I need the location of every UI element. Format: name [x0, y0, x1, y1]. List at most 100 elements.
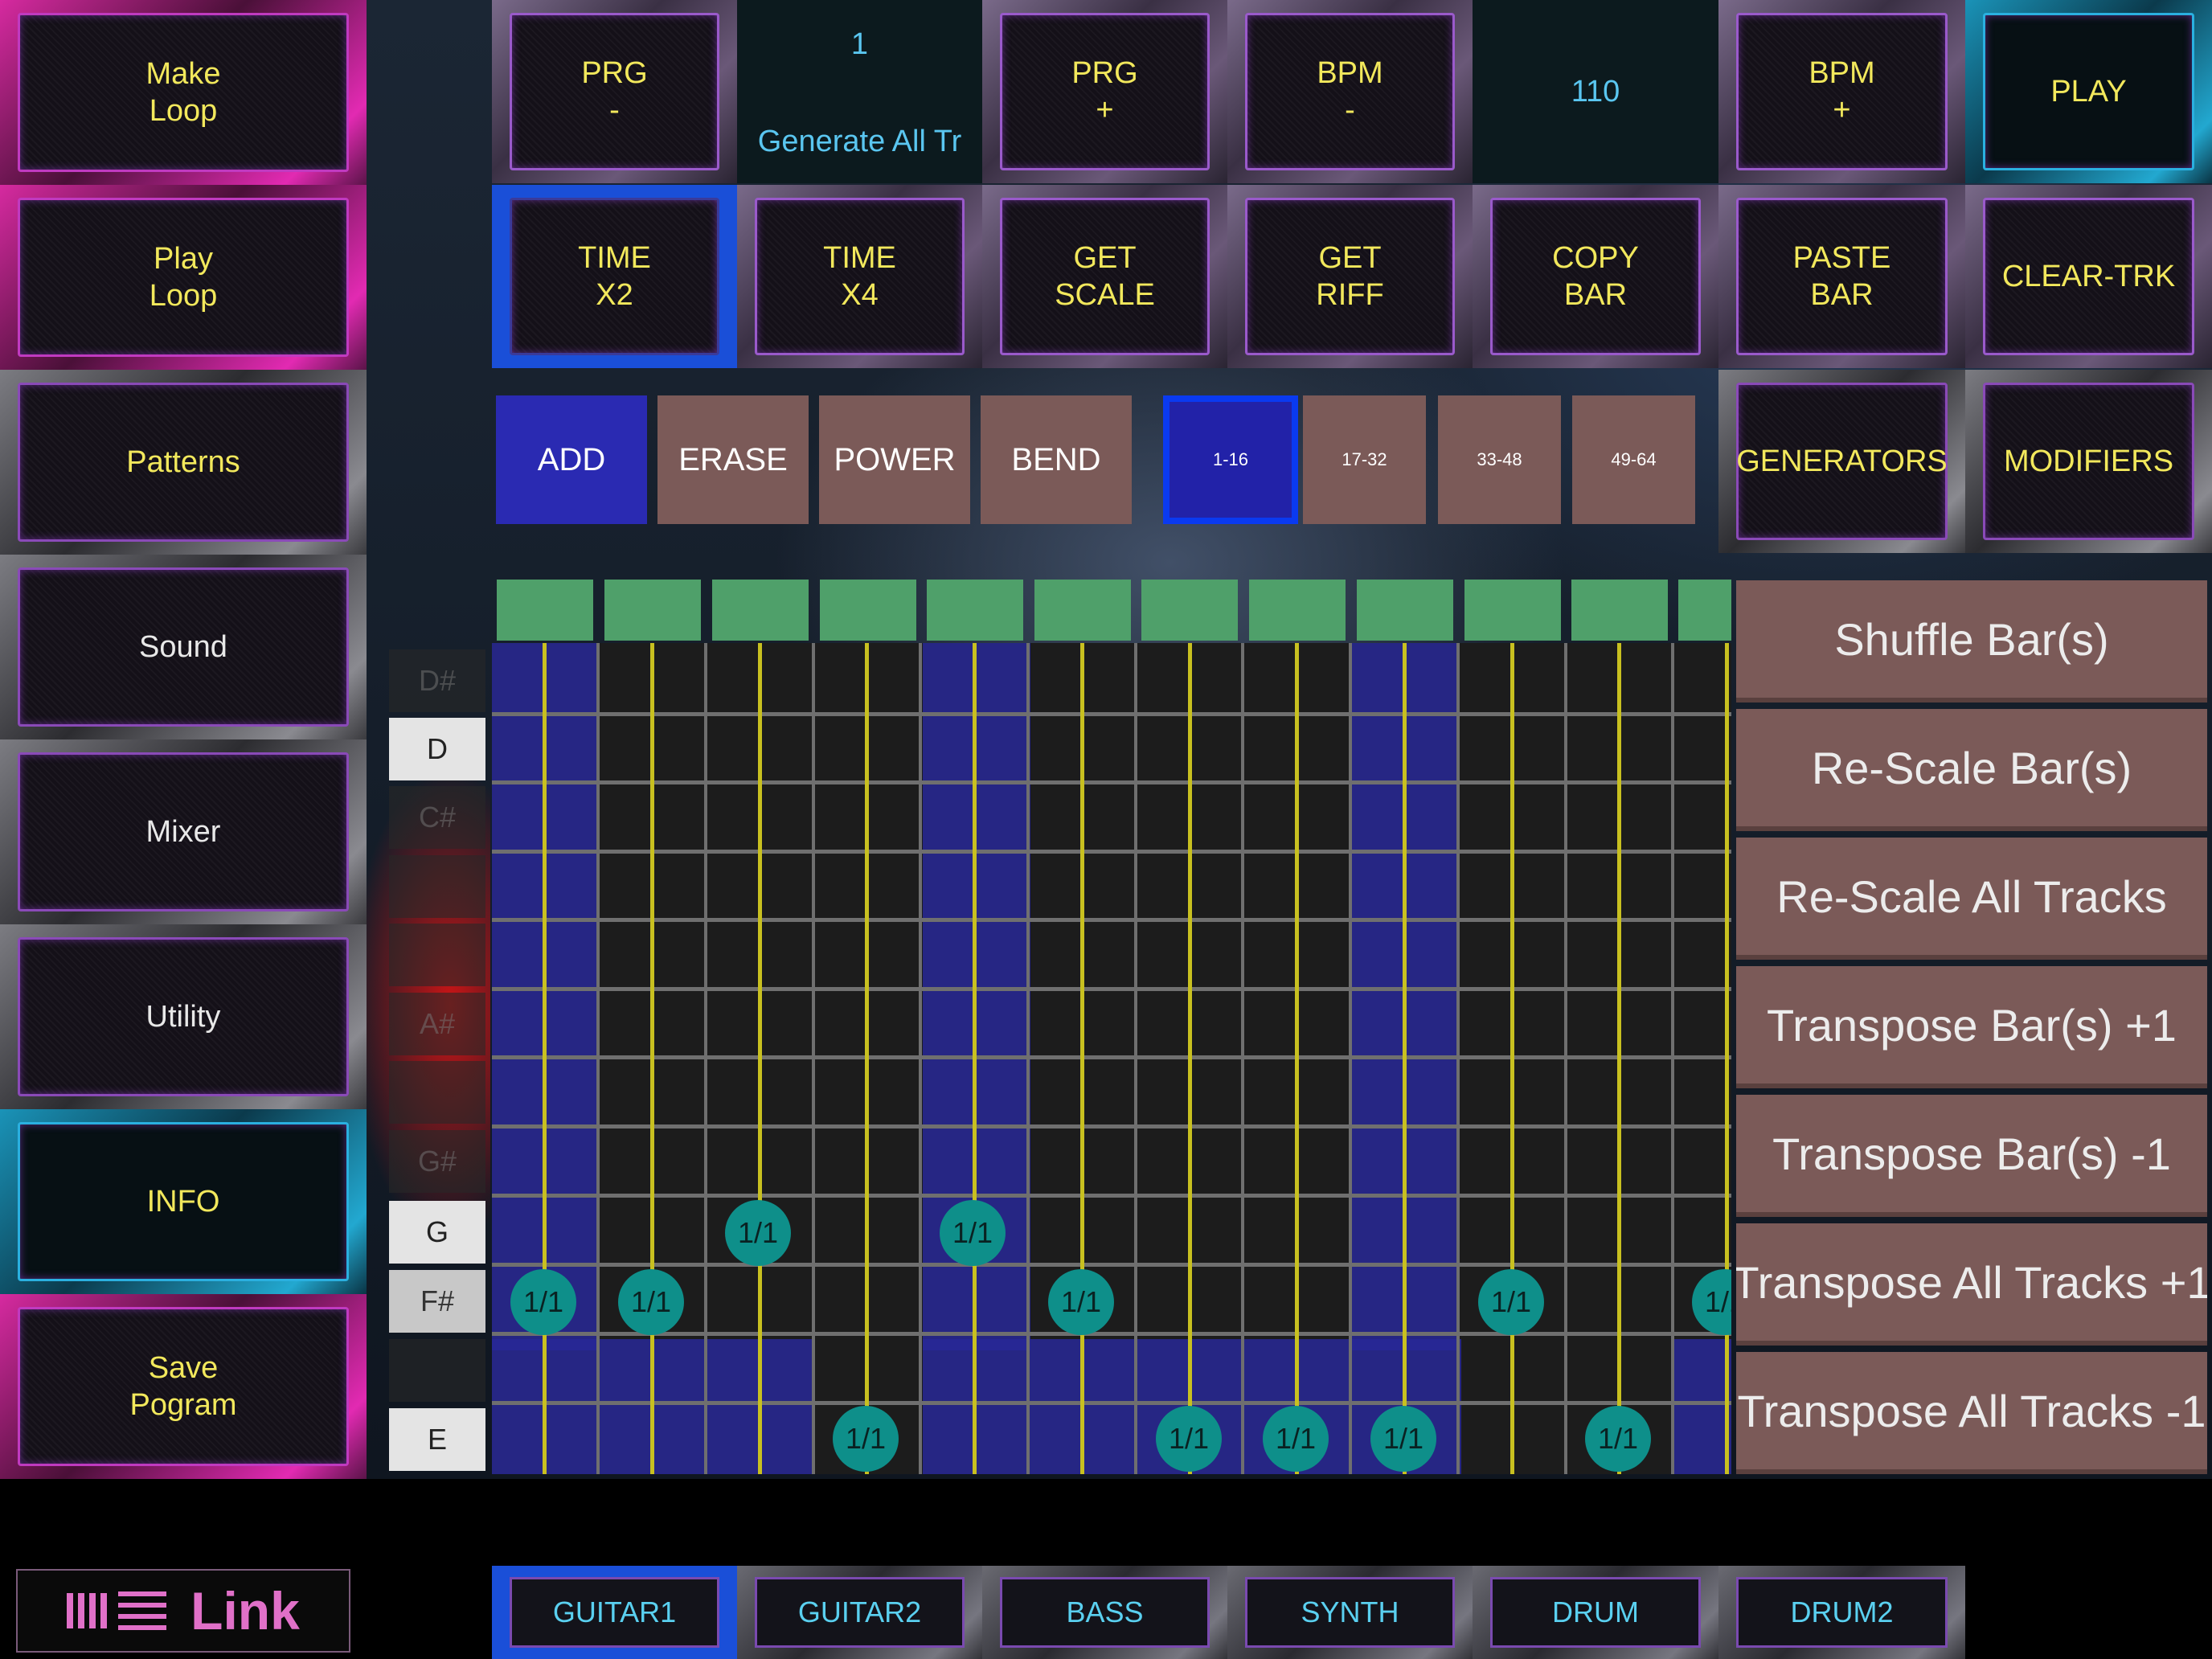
get-riff-button[interactable]: GET RIFF [1227, 185, 1473, 368]
play-button[interactable]: PLAY [1965, 0, 2212, 183]
grid-row-line [492, 712, 1731, 716]
range-33-48-button[interactable]: 33-48 [1438, 395, 1561, 524]
note-label-b [389, 924, 485, 986]
play-loop-button[interactable]: Play Loop [0, 185, 367, 370]
step-header[interactable] [497, 580, 593, 641]
clear-trk-button[interactable]: CLEAR-TRK [1965, 185, 2212, 368]
grid-substep-line [1026, 643, 1030, 1474]
range-49-64-button[interactable]: 49-64 [1572, 395, 1695, 524]
note-event[interactable]: 1/1 [725, 1200, 791, 1266]
power-mode-button[interactable]: POWER [819, 395, 970, 524]
range-17-32-button[interactable]: 17-32 [1303, 395, 1426, 524]
bpm-minus-button[interactable]: BPM - [1227, 0, 1473, 183]
bpm-plus-button[interactable]: BPM + [1718, 0, 1965, 183]
grid-substep-line [1564, 643, 1567, 1474]
track-drum2-tab[interactable]: DRUM2 [1718, 1566, 1965, 1659]
note-label-a [389, 1061, 485, 1124]
note-event[interactable]: 1/1 [618, 1269, 684, 1335]
note-event[interactable]: 1/1 [1048, 1269, 1114, 1335]
step-header[interactable] [1357, 580, 1453, 641]
mixer-button[interactable]: Mixer [0, 739, 367, 924]
prg-plus-button[interactable]: PRG + [982, 0, 1227, 183]
rescale-all-tracks-label: Re-Scale All Tracks [1776, 870, 2167, 922]
transpose-all-tracks-down-button[interactable]: Transpose All Tracks -1 [1736, 1352, 2207, 1474]
track-bass-tab[interactable]: BASS [982, 1566, 1227, 1659]
note-event[interactable]: 1/1 [1478, 1269, 1544, 1335]
note-label-c [389, 855, 485, 918]
save-program-button[interactable]: Save Pogram [0, 1294, 367, 1479]
note-event[interactable]: 1/1 [1370, 1406, 1436, 1472]
range-1-16-button[interactable]: 1-16 [1163, 395, 1298, 524]
step-header[interactable] [927, 580, 1023, 641]
track-label: BASS [1066, 1596, 1144, 1628]
grid-row-line [492, 918, 1731, 922]
transpose-all-tracks-up-button[interactable]: Transpose All Tracks +1 [1736, 1223, 2207, 1346]
transpose-bars-up-button[interactable]: Transpose Bar(s) +1 [1736, 966, 2207, 1088]
grid-substep-line [1349, 643, 1352, 1474]
note-event[interactable]: 1/1 [510, 1269, 576, 1335]
paste-bar-label: PASTE BAR [1792, 241, 1891, 312]
paste-bar-button[interactable]: PASTE BAR [1718, 185, 1965, 368]
note-event[interactable]: 1/1 [1585, 1406, 1651, 1472]
track-label: SYNTH [1301, 1596, 1399, 1628]
program-name: Generate All Tr [757, 125, 962, 158]
prg-minus-button[interactable]: PRG - [492, 0, 737, 183]
track-guitar1-tab[interactable]: GUITAR1 [492, 1566, 737, 1659]
time-x2-button[interactable]: TIME X2 [492, 185, 737, 368]
grid-substep-line [812, 643, 815, 1474]
make-loop-button[interactable]: Make Loop [0, 0, 367, 185]
note-event[interactable]: 1/1 [833, 1406, 899, 1472]
note-label-ds: D# [389, 649, 485, 712]
step-header[interactable] [1034, 580, 1131, 641]
ableton-link-button[interactable]: Link [16, 1569, 350, 1653]
time-x2-label: TIME X2 [578, 241, 651, 312]
rescale-bars-button[interactable]: Re-Scale Bar(s) [1736, 709, 2207, 831]
generators-button[interactable]: GENERATORS [1718, 370, 1965, 553]
note-value: 1/1 [1490, 1285, 1532, 1318]
copy-bar-button[interactable]: COPY BAR [1473, 185, 1718, 368]
piano-roll-grid[interactable]: 1/1 1/1 1/1 1/1 1/1 1/1 1/1 1/1 1/1 1/1 … [492, 643, 1731, 1474]
step-header[interactable] [1249, 580, 1346, 641]
step-header[interactable] [1464, 580, 1561, 641]
erase-mode-button[interactable]: ERASE [657, 395, 809, 524]
shuffle-bars-button[interactable]: Shuffle Bar(s) [1736, 580, 2207, 703]
step-header[interactable] [820, 580, 916, 641]
step-header[interactable] [1571, 580, 1668, 641]
note-value: 1/1 [952, 1216, 993, 1249]
bend-mode-button[interactable]: BEND [981, 395, 1132, 524]
utility-button[interactable]: Utility [0, 924, 367, 1109]
rescale-all-tracks-button[interactable]: Re-Scale All Tracks [1736, 838, 2207, 960]
grid-substep-line [596, 643, 600, 1474]
note-event[interactable]: 1/1 [1156, 1406, 1222, 1472]
modifiers-button[interactable]: MODIFIERS [1965, 370, 2212, 553]
grid-substep-line [704, 643, 707, 1474]
grid-step-line [543, 643, 547, 1474]
step-header[interactable] [1678, 580, 1731, 641]
patterns-button[interactable]: Patterns [0, 370, 367, 555]
erase-mode-label: ERASE [678, 441, 788, 477]
note-event[interactable]: 1/1 [1692, 1269, 1731, 1335]
mixer-label: Mixer [145, 815, 221, 849]
note-value: 1/1 [1275, 1422, 1317, 1455]
grid-row-line [492, 1124, 1731, 1129]
step-header[interactable] [604, 580, 701, 641]
grid-step-line [865, 643, 869, 1474]
sound-button[interactable]: Sound [0, 555, 367, 739]
grid-substep-line [919, 643, 922, 1474]
step-header[interactable] [1141, 580, 1238, 641]
note-label-text: C# [418, 801, 457, 834]
add-mode-button[interactable]: ADD [496, 395, 647, 524]
transpose-bars-down-button[interactable]: Transpose Bar(s) -1 [1736, 1095, 2207, 1217]
grid-row-line [492, 1055, 1731, 1059]
note-label-d: D [389, 718, 485, 780]
get-scale-button[interactable]: GET SCALE [982, 185, 1227, 368]
track-guitar2-tab[interactable]: GUITAR2 [737, 1566, 982, 1659]
time-x4-button[interactable]: TIME X4 [737, 185, 982, 368]
track-drum-tab[interactable]: DRUM [1473, 1566, 1718, 1659]
grid-substep-line [1241, 643, 1244, 1474]
note-event[interactable]: 1/1 [940, 1200, 1006, 1266]
info-button[interactable]: INFO [0, 1109, 367, 1294]
step-header[interactable] [712, 580, 809, 641]
note-event[interactable]: 1/1 [1263, 1406, 1329, 1472]
track-synth-tab[interactable]: SYNTH [1227, 1566, 1473, 1659]
